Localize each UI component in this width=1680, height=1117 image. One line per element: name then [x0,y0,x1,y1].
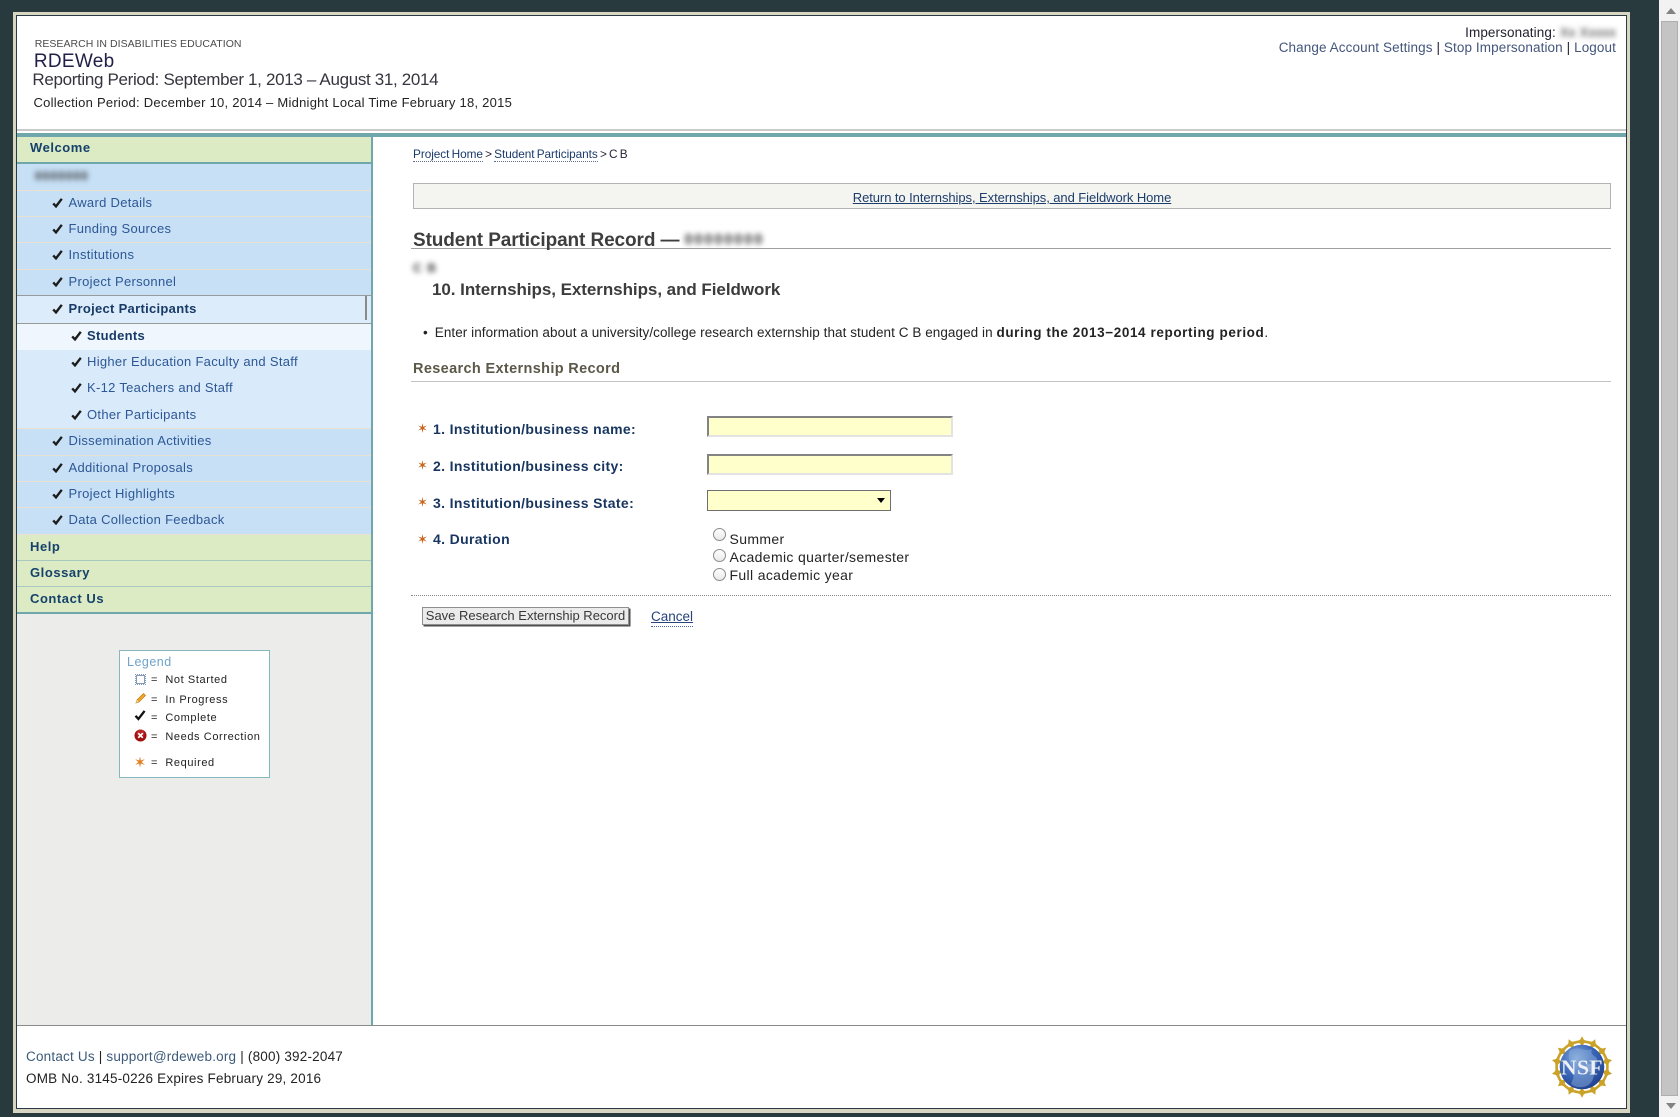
svg-text:NSF: NSF [1561,1056,1603,1080]
